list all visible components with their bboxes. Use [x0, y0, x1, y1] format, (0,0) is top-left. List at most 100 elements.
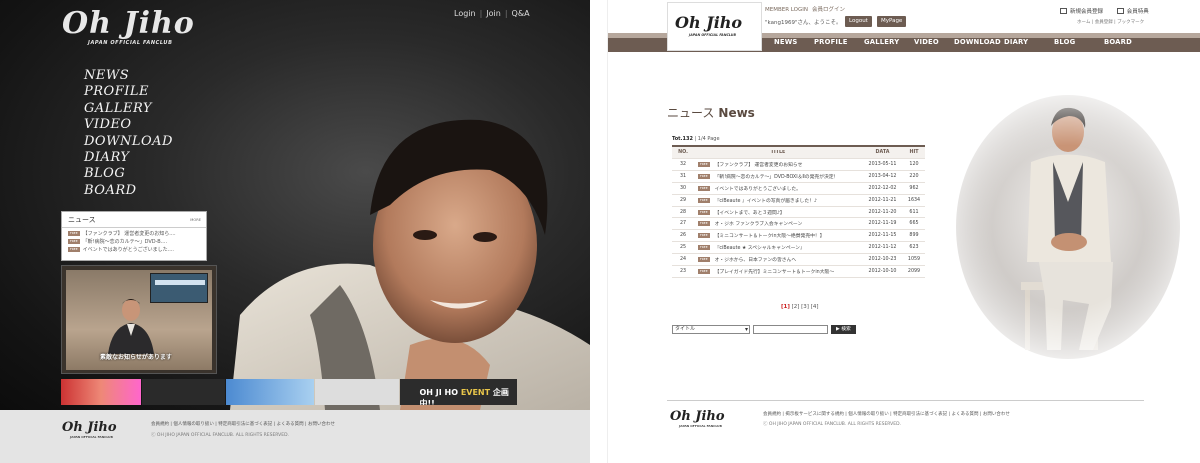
news-more-link[interactable]: MORE [190, 215, 201, 225]
page-title-jp: ニュース [667, 106, 715, 120]
banner-3[interactable] [226, 379, 314, 405]
register-icon [1060, 8, 1067, 14]
main-nav: NEWS PROFILE GALLERY VIDEO DOWNLOAD DIAR… [774, 38, 1144, 46]
cell-hit: 665 [909, 221, 919, 227]
utility-links: 新規会員登録 会員特典 [1060, 7, 1149, 15]
member-login[interactable]: MEMBER LOGIN 会員ログイン [765, 5, 845, 13]
screenshot-stage: Oh Jiho JAPAN OFFICIAL FANCLUB Login | Joi… [0, 0, 1200, 463]
footer-links[interactable]: 会員規約 | 個人情報の取り扱い | 特定商取引法に基づく表記 | よくある質問… [151, 421, 335, 427]
profile-photo [943, 92, 1193, 362]
video-widget[interactable]: 素敵なお知らせがあります [61, 265, 217, 374]
banner-event[interactable]: OH JI HO EVENT 企画中!! [399, 379, 517, 405]
title-text: 【ファンクラブ】 運営者変更のお知らせ [714, 162, 803, 168]
page-3[interactable]: [3] [801, 304, 809, 310]
cell-no: 25 [679, 245, 687, 251]
banner-2[interactable] [141, 379, 226, 405]
mypage-button[interactable]: MyPage [877, 16, 907, 27]
news-item-text: イベントではありがとうございました.... [82, 247, 174, 253]
video-thumbnail[interactable]: 素敵なお知らせがあります [66, 270, 212, 370]
nav-video[interactable]: VIDEO [914, 38, 954, 46]
nav-video[interactable]: VIDEO [84, 117, 173, 133]
cell-title[interactable]: FREE 【イベントまで、あと３週間♪】 [694, 209, 862, 216]
table-row[interactable]: 30 FREE イベントではありがとうございました。 2012-12-02 962 [672, 183, 925, 195]
register-label: 新規会員登録 [1070, 9, 1104, 15]
cell-title[interactable]: FREE 【プレイガイド先行】ミニコンサート＆トークin大阪～ [694, 268, 862, 275]
nav-news[interactable]: NEWS [774, 38, 814, 46]
cell-title[interactable]: FREE 『ciBeaute ★ スペシャルキャンペーン』 [694, 244, 862, 251]
nav-news[interactable]: NEWS [84, 68, 173, 84]
site-logo[interactable]: Oh Jiho JAPAN OFFICIAL FANCLUB [667, 2, 762, 51]
main-nav: NEWS PROFILE GALLERY VIDEO DOWNLOAD DIAR… [84, 68, 173, 199]
nav-profile[interactable]: PROFILE [814, 38, 864, 46]
register-link[interactable]: 新規会員登録 [1060, 8, 1104, 15]
nav-profile[interactable]: PROFILE [84, 84, 173, 100]
title-text: 【ミニコンサート＆トークin大阪～絶賛発売中！】 [714, 234, 825, 240]
table-row[interactable]: 29 FREE 『ciBeaute 』イベントの写真が届きました！♪ 2012-11-… [672, 195, 925, 207]
cell-hit: 623 [909, 245, 919, 251]
free-badge: FREE [698, 268, 710, 274]
cell-title[interactable]: FREE 【ミニコンサート＆トークin大阪～絶賛発売中！】 [694, 232, 862, 239]
news-widget-item[interactable]: FREE イベントではありがとうございました.... [68, 246, 200, 254]
nav-diary[interactable]: DIARY [84, 150, 173, 166]
search-field-select[interactable]: タイトル [672, 325, 750, 334]
cell-title[interactable]: FREE イベントではありがとうございました。 [694, 185, 862, 192]
footer-links[interactable]: 会員規約 | 掲示板サービスに関する規約 | 個人情報の取り扱い | 特定商取引… [763, 411, 1010, 417]
cell-title[interactable]: FREE 「斬!病院～恋のカルテ～」DVD-BOXⅠ＆Ⅱの発売が決定！ [694, 173, 862, 180]
news-widget-item[interactable]: FREE 「斬!病院～恋のカルテ～」DVD-B.... [68, 238, 200, 246]
title-text: イベントではありがとうございました。 [714, 186, 801, 192]
cell-date: 2012-11-12 [868, 245, 897, 251]
site-logo[interactable]: Oh Jiho JAPAN OFFICIAL FANCLUB [62, 8, 195, 47]
page-4[interactable]: [4] [811, 304, 819, 310]
table-row[interactable]: 31 FREE 「斬!病院～恋のカルテ～」DVD-BOXⅠ＆Ⅱの発売が決定！ 2013… [672, 171, 925, 183]
cell-hit: 899 [909, 233, 919, 239]
pagination: [1] [2] [3] [4] [781, 304, 819, 310]
table-row[interactable]: 26 FREE 【ミニコンサート＆トークin大阪～絶賛発売中！】 2012-11-15… [672, 230, 925, 243]
logo-text: Oh Jiho [675, 13, 743, 32]
cell-title[interactable]: FREE 【ファンクラブ】 運営者変更のお知らせ [694, 161, 862, 168]
nav-gallery[interactable]: GALLERY [84, 101, 173, 117]
table-row[interactable]: 27 FREE オ・ジホ ファンクラブ入会キャンペーン 2012-11-19 665 [672, 218, 925, 231]
page-1[interactable]: [1] [781, 304, 790, 310]
cell-hit: 2099 [907, 268, 921, 274]
title-text: 『ciBeaute ★ スペシャルキャンペーン』 [714, 246, 805, 252]
table-row[interactable]: 23 FREE 【プレイガイド先行】ミニコンサート＆トークin大阪～ 2012-10-… [672, 266, 925, 278]
footer-logo[interactable]: Oh Jiho [670, 409, 725, 424]
footer-logo[interactable]: Oh Jiho [62, 420, 117, 435]
free-badge: FREE [698, 173, 710, 179]
divider: | [479, 9, 483, 18]
search-button[interactable]: ▶ 検索 [831, 325, 856, 334]
banner-4[interactable] [314, 379, 399, 405]
free-badge: FREE [698, 257, 710, 263]
cell-hit: 962 [909, 185, 919, 191]
cell-title[interactable]: FREE 『ciBeaute 』イベントの写真が届きました！♪ [694, 197, 862, 204]
news-widget-item[interactable]: FREE 【ファンクラブ】 運営者変更のお知ら.... [68, 230, 200, 238]
nav-board[interactable]: BOARD [84, 183, 173, 199]
banner-highlight: EVENT [460, 388, 491, 397]
cell-title[interactable]: FREE オ・ジホ ファンクラブ入会キャンペーン [694, 220, 862, 227]
nav-blog[interactable]: BLOG [1054, 38, 1104, 46]
nav-diary[interactable]: DIARY [1004, 38, 1054, 46]
nav-gallery[interactable]: GALLERY [864, 38, 914, 46]
cell-title[interactable]: FREE オ・ジホから、日本ファンの皆さんへ [694, 256, 862, 263]
nav-download[interactable]: DOWNLOAD [84, 134, 173, 150]
breadcrumb[interactable]: ホーム | 会員登録 | ブックマーク [1077, 19, 1144, 25]
nav-board[interactable]: BOARD [1104, 38, 1144, 46]
table-row[interactable]: 32 FREE 【ファンクラブ】 運営者変更のお知らせ 2013-05-11 120 [672, 159, 925, 171]
nav-download[interactable]: DOWNLOAD [954, 38, 1004, 46]
news-table: NO. TITLE DATA HIT 32 FREE 【ファンクラブ】 運営者変更の… [672, 145, 925, 278]
cell-no: 30 [679, 185, 687, 191]
table-row[interactable]: 28 FREE 【イベントまで、あと３週間♪】 2012-11-20 611 [672, 207, 925, 219]
qa-link[interactable]: Q&A [512, 9, 530, 18]
logout-button[interactable]: Logout [845, 16, 872, 27]
nav-blog[interactable]: BLOG [84, 166, 173, 182]
page-2[interactable]: [2] [792, 304, 800, 310]
join-link[interactable]: Join [486, 9, 501, 18]
login-link[interactable]: Login [454, 9, 476, 18]
free-badge: FREE [698, 161, 710, 167]
search-input[interactable] [753, 325, 828, 334]
banner-1[interactable] [61, 379, 141, 405]
table-row[interactable]: 25 FREE 『ciBeaute ★ スペシャルキャンペーン』 2012-11-12… [672, 242, 925, 255]
table-row[interactable]: 24 FREE オ・ジホから、日本ファンの皆さんへ 2012-10-23 1059 [672, 254, 925, 267]
benefits-link[interactable]: 会員特典 [1116, 8, 1149, 15]
free-badge: FREE [698, 185, 710, 191]
